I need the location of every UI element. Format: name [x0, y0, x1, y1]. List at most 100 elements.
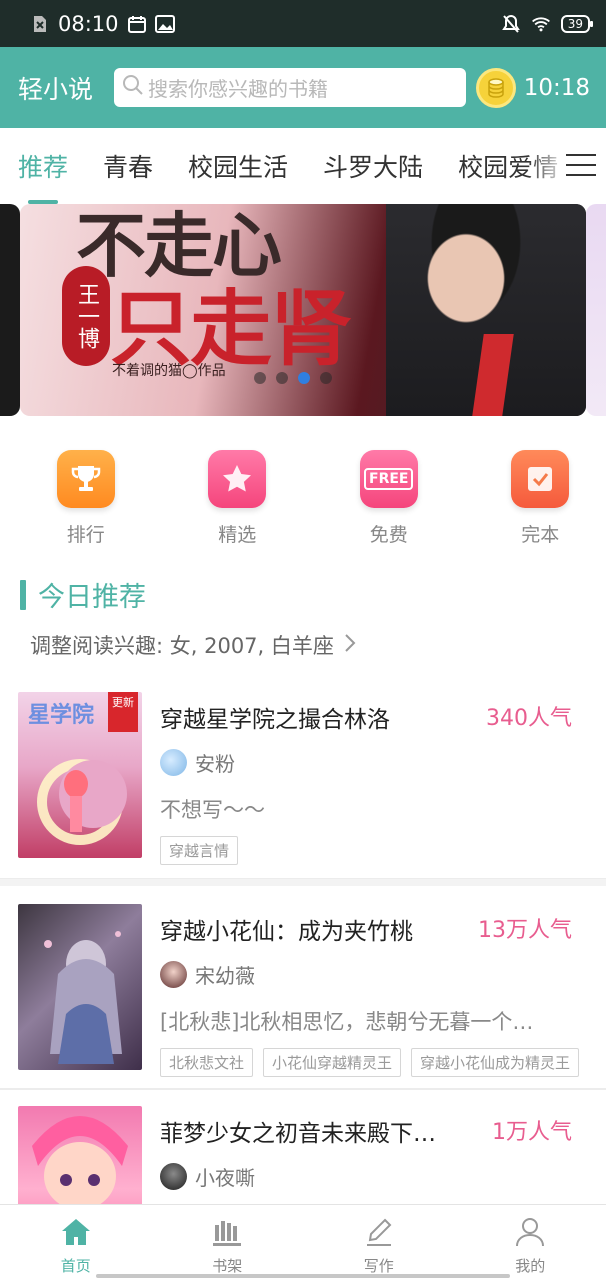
app-title: 轻小说: [18, 74, 94, 104]
book-item[interactable]: 穿越小花仙：成为夹竹桃 13万人气 宋幼薇 [北秋悲]北秋相思忆，悲朝兮无暮一个…: [0, 904, 606, 1077]
book-title[interactable]: 穿越小花仙：成为夹竹桃: [160, 912, 413, 946]
tab-recommend[interactable]: 推荐: [18, 148, 68, 204]
banner-slide[interactable]: 不走心 只走肾 王一博 不着调的猫◯作品: [20, 204, 586, 416]
quick-link-label: 完本: [521, 524, 560, 546]
carousel-dot[interactable]: [254, 372, 266, 384]
book-cover[interactable]: 星学院 更新: [18, 692, 142, 858]
carousel-dots: [254, 372, 332, 384]
search-placeholder: 搜索你感兴趣的书籍: [148, 77, 328, 101]
nav-label: 我的: [515, 1257, 546, 1275]
nav-profile[interactable]: 我的: [455, 1205, 606, 1280]
calendar-icon: [127, 14, 147, 34]
menu-icon[interactable]: [566, 150, 596, 180]
sim-icon: [30, 14, 50, 34]
reading-interest-link[interactable]: 调整阅读兴趣: 女, 2007, 白羊座: [30, 630, 356, 660]
image-icon: [154, 14, 175, 34]
quick-link-label: 免费: [369, 524, 408, 546]
mute-bell-icon: [501, 14, 521, 34]
book-description: 不想写～～: [160, 798, 265, 822]
home-icon: [58, 1215, 94, 1249]
book-author[interactable]: 安粉: [160, 748, 235, 777]
section-title-text: 今日推荐: [38, 582, 146, 613]
app-header: 轻小说 搜索你感兴趣的书籍 10:18: [0, 47, 606, 128]
bottom-nav: 首页 书架 写作 我的: [0, 1204, 606, 1280]
tabs-fade: [528, 128, 568, 204]
banner-author-badge: 王一博: [62, 266, 110, 366]
book-popularity: 1万人气: [492, 1120, 572, 1145]
banner-carousel[interactable]: 不走心 只走肾 王一博 不着调的猫◯作品: [0, 204, 606, 418]
quick-link-free[interactable]: FREE 免费: [323, 450, 455, 550]
nav-label: 首页: [60, 1257, 91, 1275]
reading-interest-text: 调整阅读兴趣: 女, 2007, 白羊座: [30, 634, 334, 658]
banner-prev-peek[interactable]: [0, 204, 20, 416]
book-title[interactable]: 菲梦少女之初音未来殿下…: [160, 1114, 436, 1148]
quick-link-featured[interactable]: 精选: [172, 450, 304, 550]
quick-link-completed[interactable]: 完本: [475, 450, 606, 550]
nav-label: 写作: [363, 1257, 394, 1275]
nav-home[interactable]: 首页: [0, 1205, 152, 1280]
author-avatar: [160, 749, 187, 776]
home-indicator: [96, 1274, 510, 1278]
book-popularity: 13万人气: [478, 918, 572, 943]
star-icon: [208, 450, 267, 508]
pen-icon: [361, 1215, 397, 1249]
book-tags: 北秋悲文社 小花仙穿越精灵王 穿越小花仙成为精灵王: [160, 1048, 580, 1077]
search-icon: [122, 74, 144, 101]
status-bar: 08:10 39: [0, 0, 606, 47]
book-tags: 穿越言情: [160, 836, 239, 865]
book-tag[interactable]: 小花仙穿越精灵王: [263, 1048, 402, 1077]
nav-label: 书架: [212, 1257, 243, 1275]
book-tag[interactable]: 穿越言情: [160, 836, 239, 865]
coin-stack-icon: [475, 67, 516, 108]
search-input[interactable]: 搜索你感兴趣的书籍: [114, 68, 466, 107]
banner-next-peek[interactable]: [586, 204, 606, 416]
author-name: 安粉: [195, 752, 235, 776]
nav-write[interactable]: 写作: [303, 1205, 455, 1280]
quick-links: 排行 精选 FREE 免费 完本: [0, 450, 606, 550]
quick-link-label: 精选: [218, 524, 257, 546]
bookshelf-icon: [209, 1215, 245, 1249]
book-tag[interactable]: 穿越小花仙成为精灵王: [411, 1048, 580, 1077]
list-divider: [0, 878, 606, 886]
author-name: 小夜嘶: [195, 1166, 255, 1190]
quick-link-rank[interactable]: 排行: [20, 450, 152, 550]
status-time: 08:10: [58, 11, 119, 36]
carousel-dot[interactable]: [276, 372, 288, 384]
book-author[interactable]: 宋幼薇: [160, 960, 255, 989]
trophy-icon: [56, 450, 115, 508]
free-icon: FREE: [359, 450, 418, 508]
nav-bookshelf[interactable]: 书架: [152, 1205, 304, 1280]
book-description: [北秋悲]北秋相思忆，悲朝兮无暮一个…: [160, 1010, 534, 1034]
section-title: 今日推荐: [20, 575, 146, 614]
tab-youth[interactable]: 青春: [103, 148, 153, 184]
book-popularity: 340人气: [486, 706, 572, 731]
book-item[interactable]: 菲梦少女之初音未来殿下… 1万人气 小夜嘶: [0, 1106, 606, 1204]
chevron-right-icon: [344, 633, 356, 658]
timer-value: 10:18: [523, 74, 590, 101]
book-tag[interactable]: 北秋悲文社: [160, 1048, 254, 1077]
category-tabs: 推荐 青春 校园生活 斗罗大陆 校园爱情: [0, 128, 606, 204]
book-author[interactable]: 小夜嘶: [160, 1162, 255, 1191]
author-avatar: [160, 961, 187, 988]
wifi-icon: [531, 14, 551, 34]
tab-campus-life[interactable]: 校园生活: [188, 148, 288, 184]
section-accent-bar: [20, 579, 26, 610]
banner-byline: 不着调的猫◯作品: [112, 363, 226, 379]
book-cover[interactable]: [18, 1106, 142, 1204]
quick-link-label: 排行: [66, 524, 105, 546]
book-cover[interactable]: [18, 904, 142, 1070]
svg-text:星学院: 星学院: [28, 702, 94, 728]
list-divider: [0, 1088, 606, 1090]
free-icon-text: FREE: [364, 468, 414, 490]
battery-indicator: 39: [560, 14, 594, 33]
update-badge: 更新: [108, 692, 138, 732]
author-name: 宋幼薇: [195, 964, 255, 988]
carousel-dot-active[interactable]: [298, 372, 310, 384]
book-item[interactable]: 星学院 更新 穿越星学院之撮合林洛 340人气 安粉 不想写～～ 穿越言情: [0, 692, 606, 865]
book-title[interactable]: 穿越星学院之撮合林洛: [160, 700, 390, 734]
reading-timer[interactable]: 10:18: [475, 67, 590, 108]
carousel-dot[interactable]: [320, 372, 332, 384]
author-avatar: [160, 1163, 187, 1190]
tab-douluo[interactable]: 斗罗大陆: [323, 148, 423, 184]
check-icon: [511, 450, 570, 508]
